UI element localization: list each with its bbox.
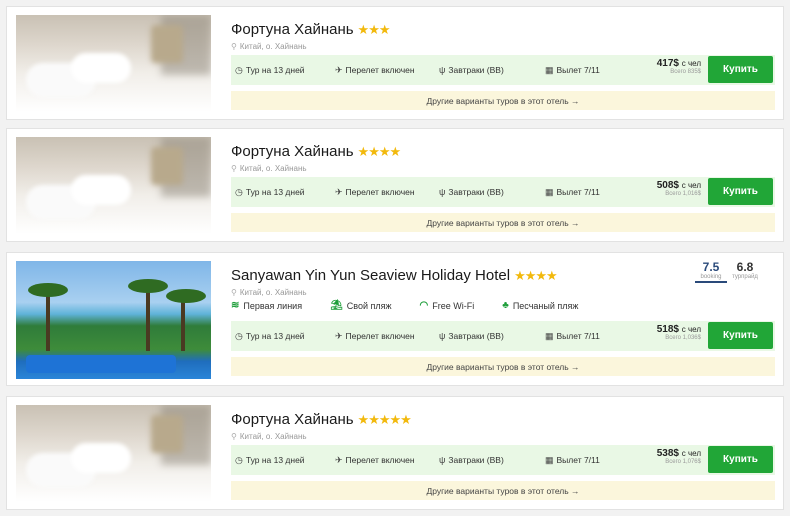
meal-info: ψ Завтраки (BB) <box>439 65 504 75</box>
meal-info: ψ Завтраки (BB) <box>439 331 504 341</box>
hotel-location: ⚲ Китай, о. Хайнань <box>231 288 307 297</box>
hotel-photo[interactable] <box>16 261 211 379</box>
meal-info: ψ Завтраки (BB) <box>439 455 504 465</box>
price-per-person: 518$ <box>656 324 679 335</box>
price-block: 538$ с чел Всего 1,076$ <box>656 448 701 465</box>
departure-date: ▦ Вылет 7/11 <box>545 454 600 466</box>
flight-info: ✈ Перелет включен <box>335 454 415 466</box>
palm-icon: ♣ <box>502 300 509 311</box>
calendar-icon: ▦ <box>545 454 554 465</box>
feature-sandy-beach: ♣ Песчаный пляж <box>502 300 579 311</box>
location-pin-icon: ⚲ <box>231 164 237 173</box>
feature-first-line: ≋ Первая линия <box>231 300 303 311</box>
location-pin-icon: ⚲ <box>231 42 237 51</box>
price-per-person: 417$ <box>656 58 679 69</box>
price-total: Всего 1,016$ <box>665 191 701 197</box>
price-total: Всего 835$ <box>670 69 701 75</box>
feature-private-beach: ⛱ Свой пляж <box>330 300 392 311</box>
calendar-icon: ▦ <box>545 64 554 75</box>
price-total: Всего 1,076$ <box>665 459 701 465</box>
departure-date: ▦ Вылет 7/11 <box>545 186 600 198</box>
flight-info: ✈ Перелет включен <box>335 64 415 76</box>
feature-wifi: ◠ Free Wi-Fi <box>419 300 475 311</box>
hotel-title[interactable]: Sanyawan Yin Yun Seaview Holiday Hotel ★★… <box>231 267 558 284</box>
location-pin-icon: ⚲ <box>231 288 237 297</box>
cutlery-icon: ψ <box>439 187 446 197</box>
star-rating: ★★★★ <box>357 144 402 159</box>
clock-icon: ◷ <box>235 454 243 465</box>
hotel-title[interactable]: Фортуна Хайнань ★★★★ <box>231 143 402 160</box>
booking-rating[interactable]: 7.5 booking <box>695 260 727 283</box>
plane-icon: ✈ <box>335 64 343 75</box>
hotel-location: ⚲ Китай, о. Хайнань <box>231 164 307 173</box>
beach-chair-icon: ⛱ <box>330 300 343 311</box>
flight-info: ✈ Перелет включен <box>335 330 415 342</box>
tour-duration: ◷ Тур на 13 дней <box>235 330 305 342</box>
star-rating: ★★★ <box>357 22 391 37</box>
departure-date: ▦ Вылет 7/11 <box>545 330 600 342</box>
star-rating: ★★★★ <box>514 268 558 283</box>
waves-icon: ≋ <box>231 300 240 311</box>
tour-duration: ◷ Тур на 13 дней <box>235 454 305 466</box>
flight-info: ✈ Перелет включен <box>335 186 415 198</box>
clock-icon: ◷ <box>235 330 243 341</box>
wifi-icon: ◠ <box>419 300 429 311</box>
cutlery-icon: ψ <box>439 65 446 75</box>
hotel-title[interactable]: Фортуна Хайнань ★★★ <box>231 21 391 38</box>
meal-info: ψ Завтраки (BB) <box>439 187 504 197</box>
buy-button[interactable]: Купить <box>708 322 773 349</box>
buy-button[interactable]: Купить <box>708 178 773 205</box>
cutlery-icon: ψ <box>439 331 446 341</box>
hotel-card: Фортуна Хайнань ★★★★ ⚲ Китай, о. Хайнань ◷… <box>6 128 784 242</box>
clock-icon: ◷ <box>235 64 243 75</box>
cutlery-icon: ψ <box>439 455 446 465</box>
hotel-photo[interactable] <box>16 405 211 502</box>
tour-duration: ◷ Тур на 13 дней <box>235 64 305 76</box>
other-variants-link[interactable]: Другие варианты туров в этот отель → <box>231 481 775 500</box>
price-total: Всего 1,036$ <box>665 335 701 341</box>
buy-button[interactable]: Купить <box>708 56 773 83</box>
departure-date: ▦ Вылет 7/11 <box>545 64 600 76</box>
buy-button[interactable]: Купить <box>708 446 773 473</box>
hotel-features: ≋ Первая линия ⛱ Свой пляж ◠ Free Wi-Fi ♣ Пе… <box>231 300 606 311</box>
hotel-photo[interactable] <box>16 15 211 112</box>
location-pin-icon: ⚲ <box>231 432 237 441</box>
hotel-card: Sanyawan Yin Yun Seaview Holiday Hotel ★★… <box>6 252 784 386</box>
plane-icon: ✈ <box>335 186 343 197</box>
tour-duration: ◷ Тур на 13 дней <box>235 186 305 198</box>
other-variants-link[interactable]: Другие варианты туров в этот отель → <box>231 213 775 232</box>
hotel-card: Фортуна Хайнань ★★★★★ ⚲ Китай, о. Хайнань … <box>6 396 784 510</box>
price-block: 508$ с чел Всего 1,016$ <box>656 180 701 197</box>
clock-icon: ◷ <box>235 186 243 197</box>
hotel-location: ⚲ Китай, о. Хайнань <box>231 432 307 441</box>
hotel-title[interactable]: Фортуна Хайнань ★★★★★ <box>231 411 412 428</box>
hotel-photo[interactable] <box>16 137 211 234</box>
other-variants-link[interactable]: Другие варианты туров в этот отель → <box>231 357 775 376</box>
price-per-person: 508$ <box>656 180 679 191</box>
other-variants-link[interactable]: Другие варианты туров в этот отель → <box>231 91 775 110</box>
calendar-icon: ▦ <box>545 186 554 197</box>
hotel-location: ⚲ Китай, о. Хайнань <box>231 42 307 51</box>
tourpride-rating[interactable]: 6.8 турпрайд <box>727 260 763 280</box>
price-block: 417$ с чел Всего 835$ <box>656 58 701 75</box>
price-per-person: 538$ <box>656 448 679 459</box>
plane-icon: ✈ <box>335 330 343 341</box>
calendar-icon: ▦ <box>545 330 554 341</box>
hotel-card: Фортуна Хайнань ★★★ ⚲ Китай, о. Хайнань ◷ Т… <box>6 6 784 120</box>
plane-icon: ✈ <box>335 454 343 465</box>
price-block: 518$ с чел Всего 1,036$ <box>656 324 701 341</box>
star-rating: ★★★★★ <box>357 412 412 427</box>
